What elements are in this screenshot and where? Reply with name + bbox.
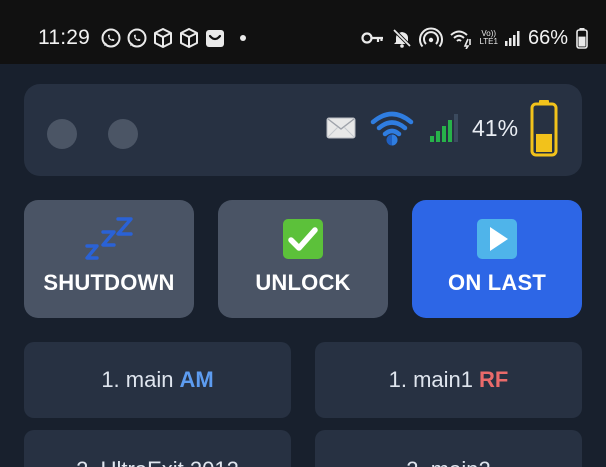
battery-percent: 66% — [527, 26, 568, 49]
profile-item-ultraexit[interactable]: 2. UltraExit 2012 — [24, 430, 291, 467]
wifi-icon — [370, 110, 414, 146]
status-bar-left: 11:29 — [38, 24, 246, 52]
zzz-icon — [83, 216, 135, 262]
on-last-label: ON LAST — [448, 270, 546, 295]
hotspot-icon — [419, 26, 444, 50]
shutdown-label: SHUTDOWN — [43, 270, 175, 295]
device-status-icons: 41% — [326, 98, 558, 158]
signal-strength-icon — [428, 112, 460, 144]
unlock-button[interactable]: UNLOCK — [218, 200, 388, 318]
volte-icon: Vo)) LTE1 — [479, 26, 498, 50]
profile-tag: RF — [479, 367, 509, 392]
profile-label: 1. main — [101, 367, 174, 392]
mail-icon — [326, 117, 356, 139]
indicator-dot — [108, 119, 138, 149]
mute-icon — [391, 26, 413, 50]
clock: 11:29 — [38, 26, 90, 49]
wifi-calling-icon — [449, 26, 473, 50]
package-icon — [176, 26, 202, 50]
check-icon — [281, 216, 325, 262]
profile-item-main1-rf[interactable]: 1. main1 RF — [315, 342, 582, 418]
profile-label: 1. main1 — [388, 367, 474, 392]
profile-item-main2[interactable]: 2. main2 — [315, 430, 582, 467]
battery-icon — [574, 26, 588, 50]
status-bar-right: Vo)) LTE1 66% — [355, 24, 588, 52]
on-last-button[interactable]: ON LAST — [412, 200, 582, 318]
bag-icon — [202, 26, 228, 50]
play-icon — [475, 216, 519, 262]
profile-item-main-am[interactable]: 1. main AM — [24, 342, 291, 418]
unlock-label: UNLOCK — [255, 270, 351, 295]
whatsapp-icon — [124, 26, 150, 50]
card-battery-percent: 41% — [472, 114, 519, 141]
battery-icon — [530, 99, 558, 157]
shutdown-button[interactable]: SHUTDOWN — [24, 200, 194, 318]
signal-icon — [504, 26, 522, 50]
lte-label: LTE1 — [479, 37, 498, 46]
profile-tag: AM — [179, 367, 214, 392]
whatsapp-icon — [98, 26, 124, 50]
profile-label: 2. UltraExit 2012 — [76, 457, 239, 467]
more-notifications-dot — [240, 35, 246, 41]
profile-label: 2. main2 — [406, 457, 490, 467]
package-icon — [150, 26, 176, 50]
indicator-dot — [47, 119, 77, 149]
key-icon — [361, 26, 385, 50]
system-status-bar: 11:29 Vo)) LTE1 66% — [0, 0, 606, 64]
